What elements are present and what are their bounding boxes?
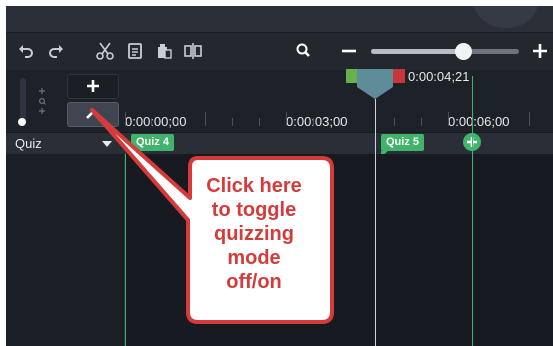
callout-line: mode (227, 247, 281, 269)
callout-bubble (90, 108, 334, 324)
callout-text: Click here to toggle quizzing mode off/o… (186, 174, 322, 294)
callout-line: Click here (206, 175, 302, 197)
callout-line: quizzing (214, 223, 294, 245)
screenshot-stage: 0:00:00;00 0:00:03;00 0:00:06;00 0:00:04… (0, 0, 553, 346)
callout-line: off/on (226, 271, 282, 293)
callout-line: to toggle (211, 199, 297, 221)
